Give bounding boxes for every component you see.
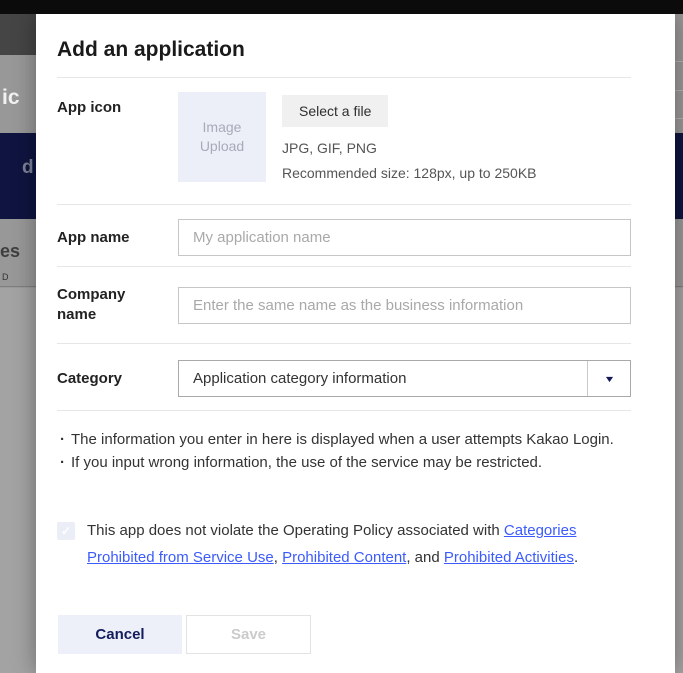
check-icon: ✓ [61,524,71,538]
backdrop-segment [0,288,36,673]
backdrop-top-bar [0,0,683,14]
policy-separator: , and [406,549,444,566]
policy-agreement-row: ✓ This app does not violate the Operatin… [57,517,631,571]
backdrop-text-fragment: es [0,241,20,262]
backdrop-segment: es D [0,219,36,287]
size-recommendation-text: Recommended size: 128px, up to 250KB [282,161,537,186]
select-file-button[interactable]: Select a file [282,95,388,127]
modal-footer-buttons: Cancel Save [57,615,631,654]
image-upload-dropzone[interactable]: Image Upload [178,92,266,182]
company-name-input[interactable] [178,287,631,324]
divider [57,410,631,411]
policy-checkbox[interactable]: ✓ [57,522,75,540]
note-text: The information you enter in here is dis… [71,428,614,451]
app-name-input[interactable] [178,219,631,256]
form-row-company-name: Company name [57,267,631,343]
backdrop-left-strip: ic d es D [0,14,36,673]
modal-title: Add an application [57,38,631,62]
note-item: · The information you enter in here is d… [57,428,631,451]
file-formats-text: JPG, GIF, PNG [282,136,537,161]
bullet-icon: · [57,428,71,451]
link-prohibited-activities[interactable]: Prohibited Activities [444,549,574,566]
form-row-app-icon: App icon Image Upload Select a file JPG,… [57,78,631,204]
backdrop-segment: ic [0,55,36,133]
app-name-label: App name [57,228,178,248]
backdrop-header-segment [0,14,36,55]
backdrop-right-strip [675,14,683,673]
app-icon-label: App icon [57,92,178,186]
policy-text: This app does not violate the Operating … [87,517,631,571]
backdrop-text-fragment: d [22,157,34,179]
chevron-down-icon: ▼ [603,374,615,384]
backdrop-segment [675,288,683,673]
cancel-button[interactable]: Cancel [58,615,182,654]
backdrop-text-fragment: ic [2,86,20,110]
bullet-icon: · [57,451,71,474]
link-prohibited-content[interactable]: Prohibited Content [282,549,406,566]
policy-text-before: This app does not violate the Operating … [87,522,504,539]
category-label: Category [57,369,178,389]
company-name-label: Company name [57,285,178,325]
note-text: If you input wrong information, the use … [71,451,542,474]
note-item: · If you input wrong information, the us… [57,451,631,474]
backdrop-navy-band [675,133,683,219]
backdrop-segment [675,14,683,133]
backdrop-segment [675,219,683,287]
notes-list: · The information you enter in here is d… [57,428,631,474]
save-button[interactable]: Save [186,615,311,654]
policy-text-after: . [574,549,578,566]
upload-info: Select a file JPG, GIF, PNG Recommended … [282,92,537,186]
add-application-modal: Add an application App icon Image Upload… [36,14,675,673]
form-row-category: Category Application category informatio… [57,344,631,410]
category-select[interactable]: Application category information ▼ [178,360,631,397]
policy-separator: , [274,549,282,566]
form-row-app-name: App name [57,205,631,266]
backdrop-text-fragment: D [2,272,9,282]
category-select-value: Application category information [179,361,587,396]
app-icon-field: Image Upload Select a file JPG, GIF, PNG… [178,92,537,186]
backdrop-navy-band: d [0,133,36,219]
image-upload-placeholder-text: Image Upload [188,118,256,156]
category-dropdown-button[interactable]: ▼ [587,361,630,396]
